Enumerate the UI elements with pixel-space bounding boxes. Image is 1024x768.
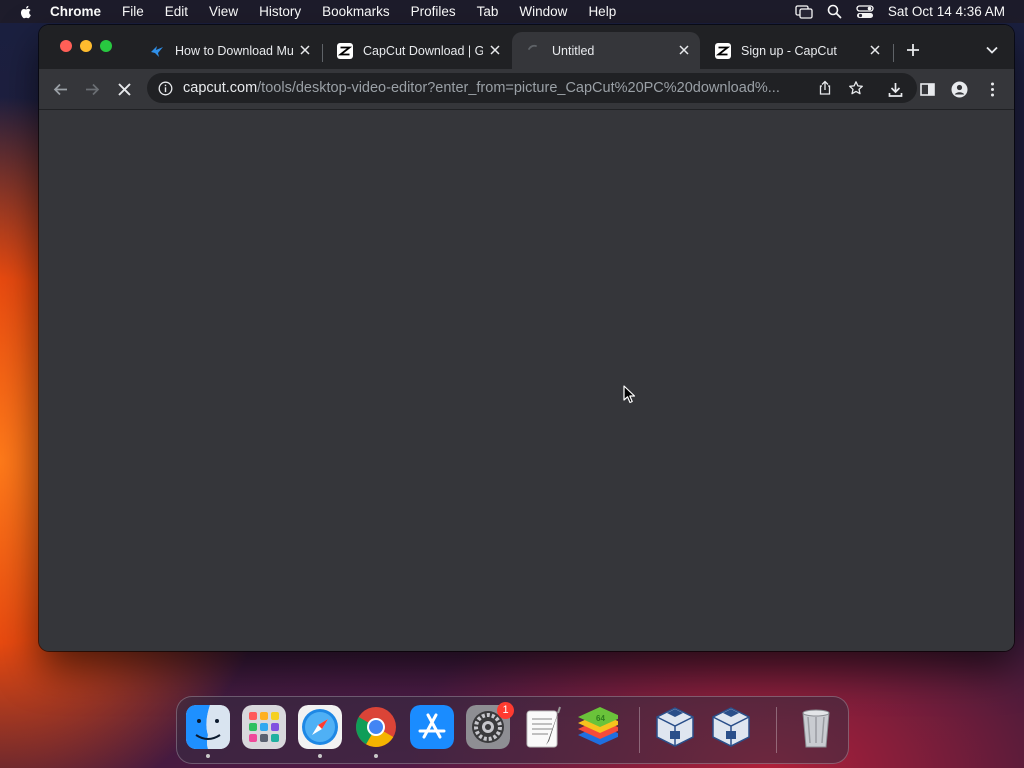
tab-how-to-download[interactable]: How to Download Mu — [135, 32, 321, 69]
site-info-icon[interactable] — [158, 81, 173, 96]
bluestacks-icon[interactable]: 64 — [574, 705, 618, 749]
capcut-favicon — [715, 42, 731, 59]
close-tab-icon[interactable] — [299, 44, 311, 56]
dock-separator — [776, 707, 777, 753]
address-bar[interactable]: capcut.com/tools/desktop-video-editor?en… — [147, 73, 917, 103]
screen-mirroring-icon[interactable] — [795, 4, 813, 19]
menu-tab[interactable]: Tab — [477, 4, 499, 19]
menu-help[interactable]: Help — [588, 4, 616, 19]
tab-capcut-download[interactable]: CapCut Download | G — [323, 32, 511, 69]
tab-sign-up-capcut[interactable]: Sign up - CapCut — [701, 32, 891, 69]
finder-icon[interactable] — [186, 705, 230, 749]
menu-view[interactable]: View — [209, 4, 238, 19]
capcut-favicon — [337, 42, 353, 59]
window-close-button[interactable] — [60, 40, 72, 52]
page-content-blank-loading[interactable] — [39, 110, 1014, 651]
notification-badge: 1 — [497, 702, 514, 719]
app-store-icon[interactable] — [410, 705, 454, 749]
menu-bookmarks[interactable]: Bookmarks — [322, 4, 390, 19]
profile-avatar-icon[interactable] — [951, 81, 968, 98]
tab-untitled-active[interactable]: Untitled — [512, 32, 700, 69]
tab-strip: How to Download Mu CapCut Download | G U… — [39, 25, 1014, 69]
bookmark-star-icon[interactable] — [848, 80, 864, 96]
dock-separator — [639, 707, 640, 753]
tab-title: How to Download Mu — [175, 43, 294, 58]
safari-icon[interactable] — [298, 705, 342, 749]
trash-icon[interactable] — [794, 705, 838, 749]
textedit-icon[interactable] — [522, 705, 566, 749]
loading-spinner-icon — [528, 44, 537, 50]
tab-title: Sign up - CapCut — [741, 43, 837, 58]
running-indicator-dot — [374, 754, 378, 758]
apple-menu-icon[interactable] — [18, 4, 34, 20]
close-tab-icon[interactable] — [678, 44, 690, 56]
menu-app-name[interactable]: Chrome — [50, 4, 101, 19]
blue-bird-favicon — [151, 45, 163, 57]
menu-bar-clock[interactable]: Sat Oct 14 4:36 AM — [888, 4, 1005, 19]
share-icon[interactable] — [817, 80, 833, 96]
svg-text:64: 64 — [596, 714, 605, 723]
close-tab-icon[interactable] — [489, 44, 501, 56]
menu-profiles[interactable]: Profiles — [411, 4, 456, 19]
mouse-cursor-icon — [623, 385, 636, 404]
menu-window[interactable]: Window — [519, 4, 567, 19]
menu-file[interactable]: File — [122, 4, 144, 19]
launchpad-icon[interactable] — [242, 705, 286, 749]
menu-edit[interactable]: Edit — [165, 4, 188, 19]
chrome-menu-kebab-icon[interactable] — [984, 81, 1001, 98]
close-tab-icon[interactable] — [869, 44, 881, 56]
virtualbox-icon[interactable] — [653, 705, 697, 749]
virtualbox-icon[interactable] — [709, 705, 753, 749]
chrome-window: How to Download Mu CapCut Download | G U… — [39, 25, 1014, 651]
google-chrome-icon[interactable] — [354, 705, 398, 749]
stop-loading-x-icon[interactable] — [116, 81, 133, 98]
dock: 1 64 — [176, 696, 849, 764]
running-indicator-dot — [206, 754, 210, 758]
control-center-icon[interactable] — [856, 4, 874, 19]
tab-separator — [893, 44, 894, 62]
menu-history[interactable]: History — [259, 4, 301, 19]
url-path: /tools/desktop-video-editor?enter_from=p… — [257, 80, 780, 96]
window-minimize-button[interactable] — [80, 40, 92, 52]
menu-bar: Chrome File Edit View History Bookmarks … — [0, 0, 1024, 23]
url-text[interactable]: capcut.com/tools/desktop-video-editor?en… — [183, 80, 813, 96]
tab-search-chevron-down-icon[interactable] — [985, 43, 999, 57]
downloads-icon[interactable] — [887, 81, 904, 98]
new-tab-plus-icon[interactable] — [905, 42, 921, 58]
tab-title: Untitled — [552, 43, 595, 58]
url-host: capcut.com — [183, 80, 258, 96]
tab-title: CapCut Download | G — [363, 43, 483, 58]
back-arrow-icon[interactable] — [52, 81, 69, 98]
running-indicator-dot — [318, 754, 322, 758]
menu-bar-status-area: Sat Oct 14 4:36 AM — [795, 0, 1024, 23]
forward-arrow-icon[interactable] — [84, 81, 101, 98]
spotlight-search-icon[interactable] — [827, 4, 842, 19]
browser-toolbar: capcut.com/tools/desktop-video-editor?en… — [39, 69, 1014, 110]
side-panel-icon[interactable] — [919, 81, 936, 98]
window-zoom-button[interactable] — [100, 40, 112, 52]
